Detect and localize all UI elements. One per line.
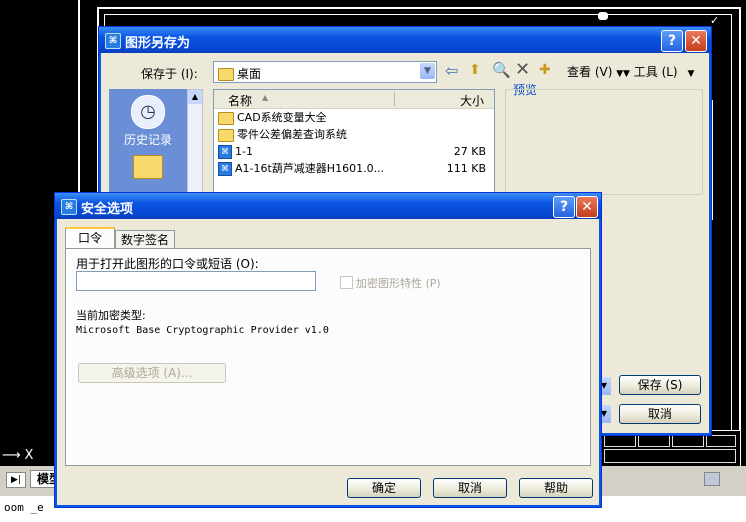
list-item[interactable]: 零件公差偏差查询系统 [218,127,347,143]
current-encryption-value: Microsoft Base Cryptographic Provider v1… [76,325,329,336]
close-icon[interactable]: ✕ [685,30,707,52]
cancel-button[interactable]: 取消 [433,478,507,498]
new-folder-icon[interactable]: ✚ [539,62,551,78]
folder-icon [218,111,234,125]
view-menu-label: 查看 (V) [567,65,613,79]
command-text: oom _e [4,501,44,514]
chevron-down-icon[interactable]: ▼ [420,63,435,79]
security-options-dialog: ⌘ 安全选项 ? ✕ 口令 数字签名 用于打开此图形的口令或短语 (O): 加密… [54,192,602,508]
folder-icon [218,68,234,81]
save-as-title: 图形另存为 [125,36,191,51]
help-icon[interactable]: ? [553,196,575,218]
drawing-marker [598,12,608,20]
file-list-header: 名称 ▲ 大小 [214,90,494,109]
folder-icon [218,128,234,142]
places-history-label[interactable]: 历史记录 [109,131,187,148]
places-bar: ◷ 历史记录 [109,89,187,199]
encrypt-properties-checkbox[interactable] [340,276,353,289]
list-item[interactable]: CAD系统变量大全 [218,110,327,126]
advanced-options-button[interactable]: 高级选项 (A)... [78,363,226,383]
dwg-file-icon: ⌘ [218,162,232,176]
password-tab-panel: 用于打开此图形的口令或短语 (O): 加密图形特性 (P) 当前加密类型: Mi… [65,248,591,466]
file-size: 27 KB [453,145,486,158]
folder-icon[interactable] [133,155,163,179]
tab-digital-signature[interactable]: 数字签名 [115,230,175,249]
chevron-down-icon: ▼ [623,69,630,79]
tab-scroll-right-icon[interactable]: ▶| [6,472,26,488]
current-encryption-label: 当前加密类型: [76,309,146,322]
close-icon[interactable]: ✕ [576,196,598,218]
view-menu[interactable]: 查看 (V) ▼ [567,63,623,80]
save-in-label: 保存于 (I): [141,67,198,81]
column-size[interactable]: 大小 [460,92,484,109]
ucs-x-label: X [24,448,34,463]
security-title: 安全选项 [81,202,134,217]
tools-menu-label: 工具 (L) [633,65,678,79]
tab-password[interactable]: 口令 [65,227,115,250]
password-input[interactable] [76,271,316,291]
list-item[interactable]: ⌘ 1-1 [218,144,253,160]
password-label: 用于打开此图形的口令或短语 (O): [76,257,259,271]
cancel-button[interactable]: 取消 [619,404,701,424]
save-as-titlebar[interactable]: ⌘ 图形另存为 ? ✕ [99,27,711,53]
search-web-icon[interactable]: 🔍 [492,61,511,79]
drawing-dimension-line [712,100,716,220]
preview-box [505,89,703,195]
file-size: 111 KB [446,162,486,175]
location-value: 桌面 [237,67,262,81]
autocad-app-icon: ⌘ [61,199,77,215]
scroll-up-icon[interactable]: ▲ [188,90,202,104]
dwg-file-icon: ⌘ [218,145,232,159]
chevron-down-icon: ▼ [687,69,695,79]
column-name[interactable]: 名称 [228,92,252,109]
history-icon[interactable]: ◷ [131,95,165,129]
list-item[interactable]: ⌘ A1-16t葫芦减速器H1601.0... [218,161,384,177]
save-in-combo[interactable]: 桌面 ▼ [213,61,437,83]
back-icon[interactable]: ⇦ [445,61,458,80]
help-button[interactable]: 帮助 [519,478,593,498]
security-titlebar[interactable]: ⌘ 安全选项 ? ✕ [55,193,601,219]
places-scrollbar[interactable]: ▲ [187,89,203,201]
up-folder-icon[interactable]: ⬆ [469,62,481,78]
delete-icon[interactable]: ✕ [515,59,530,80]
ok-button[interactable]: 确定 [347,478,421,498]
autocad-app-icon: ⌘ [105,33,121,49]
file-list[interactable]: 名称 ▲ 大小 CAD系统变量大全 零件公差偏差查询系统 ⌘ 1-1 27 KB … [213,89,495,201]
save-button[interactable]: 保存 (S) [619,375,701,395]
tools-menu[interactable]: ▼ 工具 (L) ▼ [623,63,694,80]
sort-asc-icon: ▲ [262,93,269,102]
help-icon[interactable]: ? [661,30,683,52]
ucs-icon: ⟶ X [2,448,34,463]
encrypt-properties-label: 加密图形特性 (P) [356,277,441,290]
scrollbar-thumb[interactable] [704,472,720,486]
